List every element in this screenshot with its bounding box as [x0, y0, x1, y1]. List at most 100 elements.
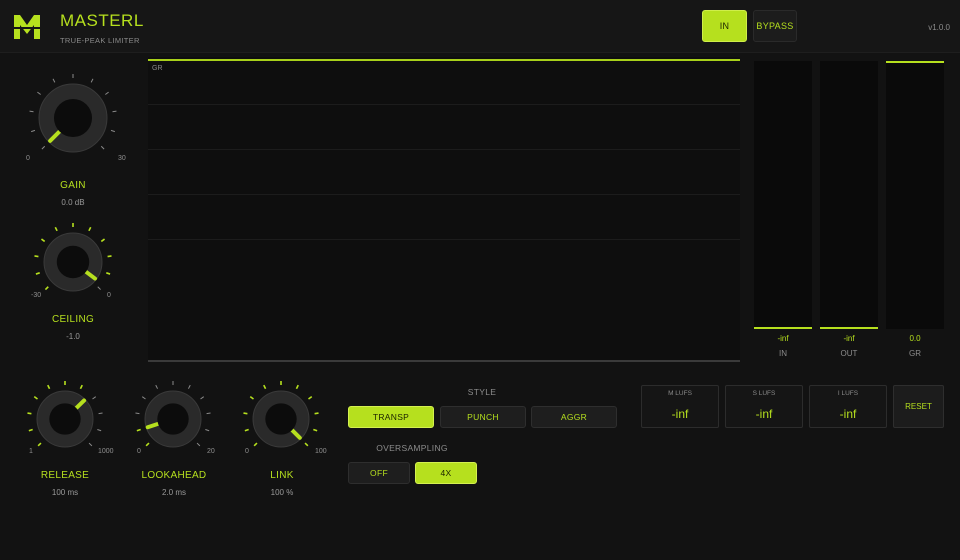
- ceiling-tick: [44, 286, 49, 291]
- lookahead-knob[interactable]: [123, 369, 223, 459]
- lookahead-label: LOOKAHEAD: [141, 470, 207, 481]
- oversampling-off-button[interactable]: OFF: [348, 462, 410, 484]
- graph-gridline: [148, 194, 740, 195]
- link-tick: [263, 384, 267, 390]
- m-lufs-label: M LUFS: [668, 390, 692, 397]
- meter-out: [820, 61, 878, 329]
- gain-value: 0.0 dB: [61, 198, 85, 207]
- s-lufs-readout: S LUFS -inf: [725, 385, 803, 428]
- s-lufs-label: S LUFS: [752, 390, 776, 397]
- release-value: 100 ms: [51, 488, 79, 497]
- gain-min-label: 0: [26, 155, 30, 162]
- lookahead-tick: [145, 442, 150, 447]
- app-title: MASTERL: [60, 11, 144, 30]
- gain-tick: [105, 91, 109, 95]
- style-punch-button[interactable]: PUNCH: [440, 406, 526, 428]
- lookahead-min-label: 0: [137, 448, 141, 455]
- ceiling-tick: [35, 272, 40, 275]
- gain-tick: [112, 110, 117, 113]
- ceiling-tick: [88, 226, 92, 232]
- release-min-label: 1: [29, 448, 33, 455]
- release-tick: [37, 442, 42, 447]
- gain-tick: [100, 145, 105, 150]
- graph-reference-line: [148, 59, 740, 61]
- link-knob[interactable]: [231, 369, 331, 459]
- ceiling-tick: [97, 286, 101, 290]
- ceiling-knob-cap: [56, 245, 90, 279]
- ceiling-label: CEILING: [51, 314, 95, 325]
- release-knob-cap: [49, 403, 81, 435]
- gain-tick: [110, 129, 116, 133]
- link-tick: [314, 412, 319, 415]
- bypass-button[interactable]: BYPASS: [753, 10, 797, 42]
- release-label: RELEASE: [40, 470, 90, 481]
- meter-gr-value: 0.0: [909, 334, 921, 343]
- link-tick: [243, 412, 248, 415]
- ceiling-tick: [34, 255, 39, 258]
- ceiling-tick: [106, 272, 111, 275]
- link-tick: [295, 384, 299, 390]
- link-tick: [253, 442, 258, 447]
- graph-gridline: [148, 239, 740, 240]
- lookahead-tick: [187, 384, 191, 389]
- i-lufs-value: -inf: [839, 407, 857, 421]
- gain-knob[interactable]: [15, 60, 135, 170]
- i-lufs-readout: I LUFS -inf: [809, 385, 887, 428]
- graph-gr-label: GR: [152, 65, 163, 72]
- lookahead-tick: [141, 396, 146, 400]
- gain-tick: [37, 91, 41, 95]
- style-aggr-button[interactable]: AGGR: [531, 406, 617, 428]
- link-tick: [304, 442, 309, 447]
- release-tick: [92, 396, 97, 400]
- release-tick: [79, 384, 83, 390]
- meter-out-label: OUT: [840, 349, 858, 358]
- release-tick: [97, 429, 102, 432]
- m-lufs-readout: M LUFS -inf: [641, 385, 719, 428]
- link-tick: [313, 428, 318, 432]
- link-knob-cap: [265, 403, 297, 435]
- release-tick: [27, 412, 32, 415]
- gain-reduction-graph: GR: [148, 57, 740, 362]
- graph-gridline: [148, 149, 740, 150]
- link-value: 100 %: [270, 488, 294, 497]
- graph-gridline: [148, 104, 740, 105]
- meter-in-level: [754, 327, 812, 329]
- version-label: v1.0.0: [928, 23, 950, 32]
- gain-tick: [52, 78, 56, 83]
- ceiling-tick: [54, 226, 58, 232]
- gain-tick: [29, 110, 34, 113]
- meter-out-value: -inf: [843, 334, 855, 343]
- meter-in: [754, 61, 812, 329]
- release-tick: [28, 428, 33, 432]
- app-subtitle: TRUE-PEAK LIMITER: [60, 36, 140, 45]
- i-lufs-label: I LUFS: [837, 390, 859, 397]
- link-tick: [308, 396, 313, 400]
- lookahead-knob-cap: [157, 403, 189, 435]
- in-button[interactable]: IN: [702, 10, 747, 42]
- lookahead-tick: [200, 396, 205, 400]
- ceiling-tick: [40, 238, 46, 243]
- meter-in-label: IN: [779, 349, 787, 358]
- link-tick: [249, 396, 254, 400]
- lookahead-tick: [155, 384, 159, 389]
- meter-in-value: -inf: [777, 334, 789, 343]
- masterl-logo-icon: [12, 15, 42, 39]
- ceiling-knob[interactable]: [20, 214, 130, 304]
- lookahead-tick: [205, 429, 210, 432]
- release-tick: [47, 384, 51, 390]
- oversampling-4x-button[interactable]: 4X: [415, 462, 477, 484]
- ceiling-tick: [100, 238, 106, 243]
- lookahead-tick: [196, 442, 201, 447]
- gain-tick: [30, 129, 36, 133]
- ceiling-tick: [107, 255, 112, 258]
- lookahead-tick: [206, 412, 211, 415]
- reset-button[interactable]: RESET: [893, 385, 944, 428]
- style-transp-button[interactable]: TRANSP: [348, 406, 434, 428]
- m-lufs-value: -inf: [671, 407, 689, 421]
- gain-tick: [41, 145, 46, 150]
- lookahead-tick: [135, 412, 140, 415]
- release-max-label: 1000: [98, 448, 114, 455]
- meter-out-level: [820, 327, 878, 329]
- release-knob[interactable]: [15, 369, 115, 459]
- meter-gr-level: [886, 61, 944, 63]
